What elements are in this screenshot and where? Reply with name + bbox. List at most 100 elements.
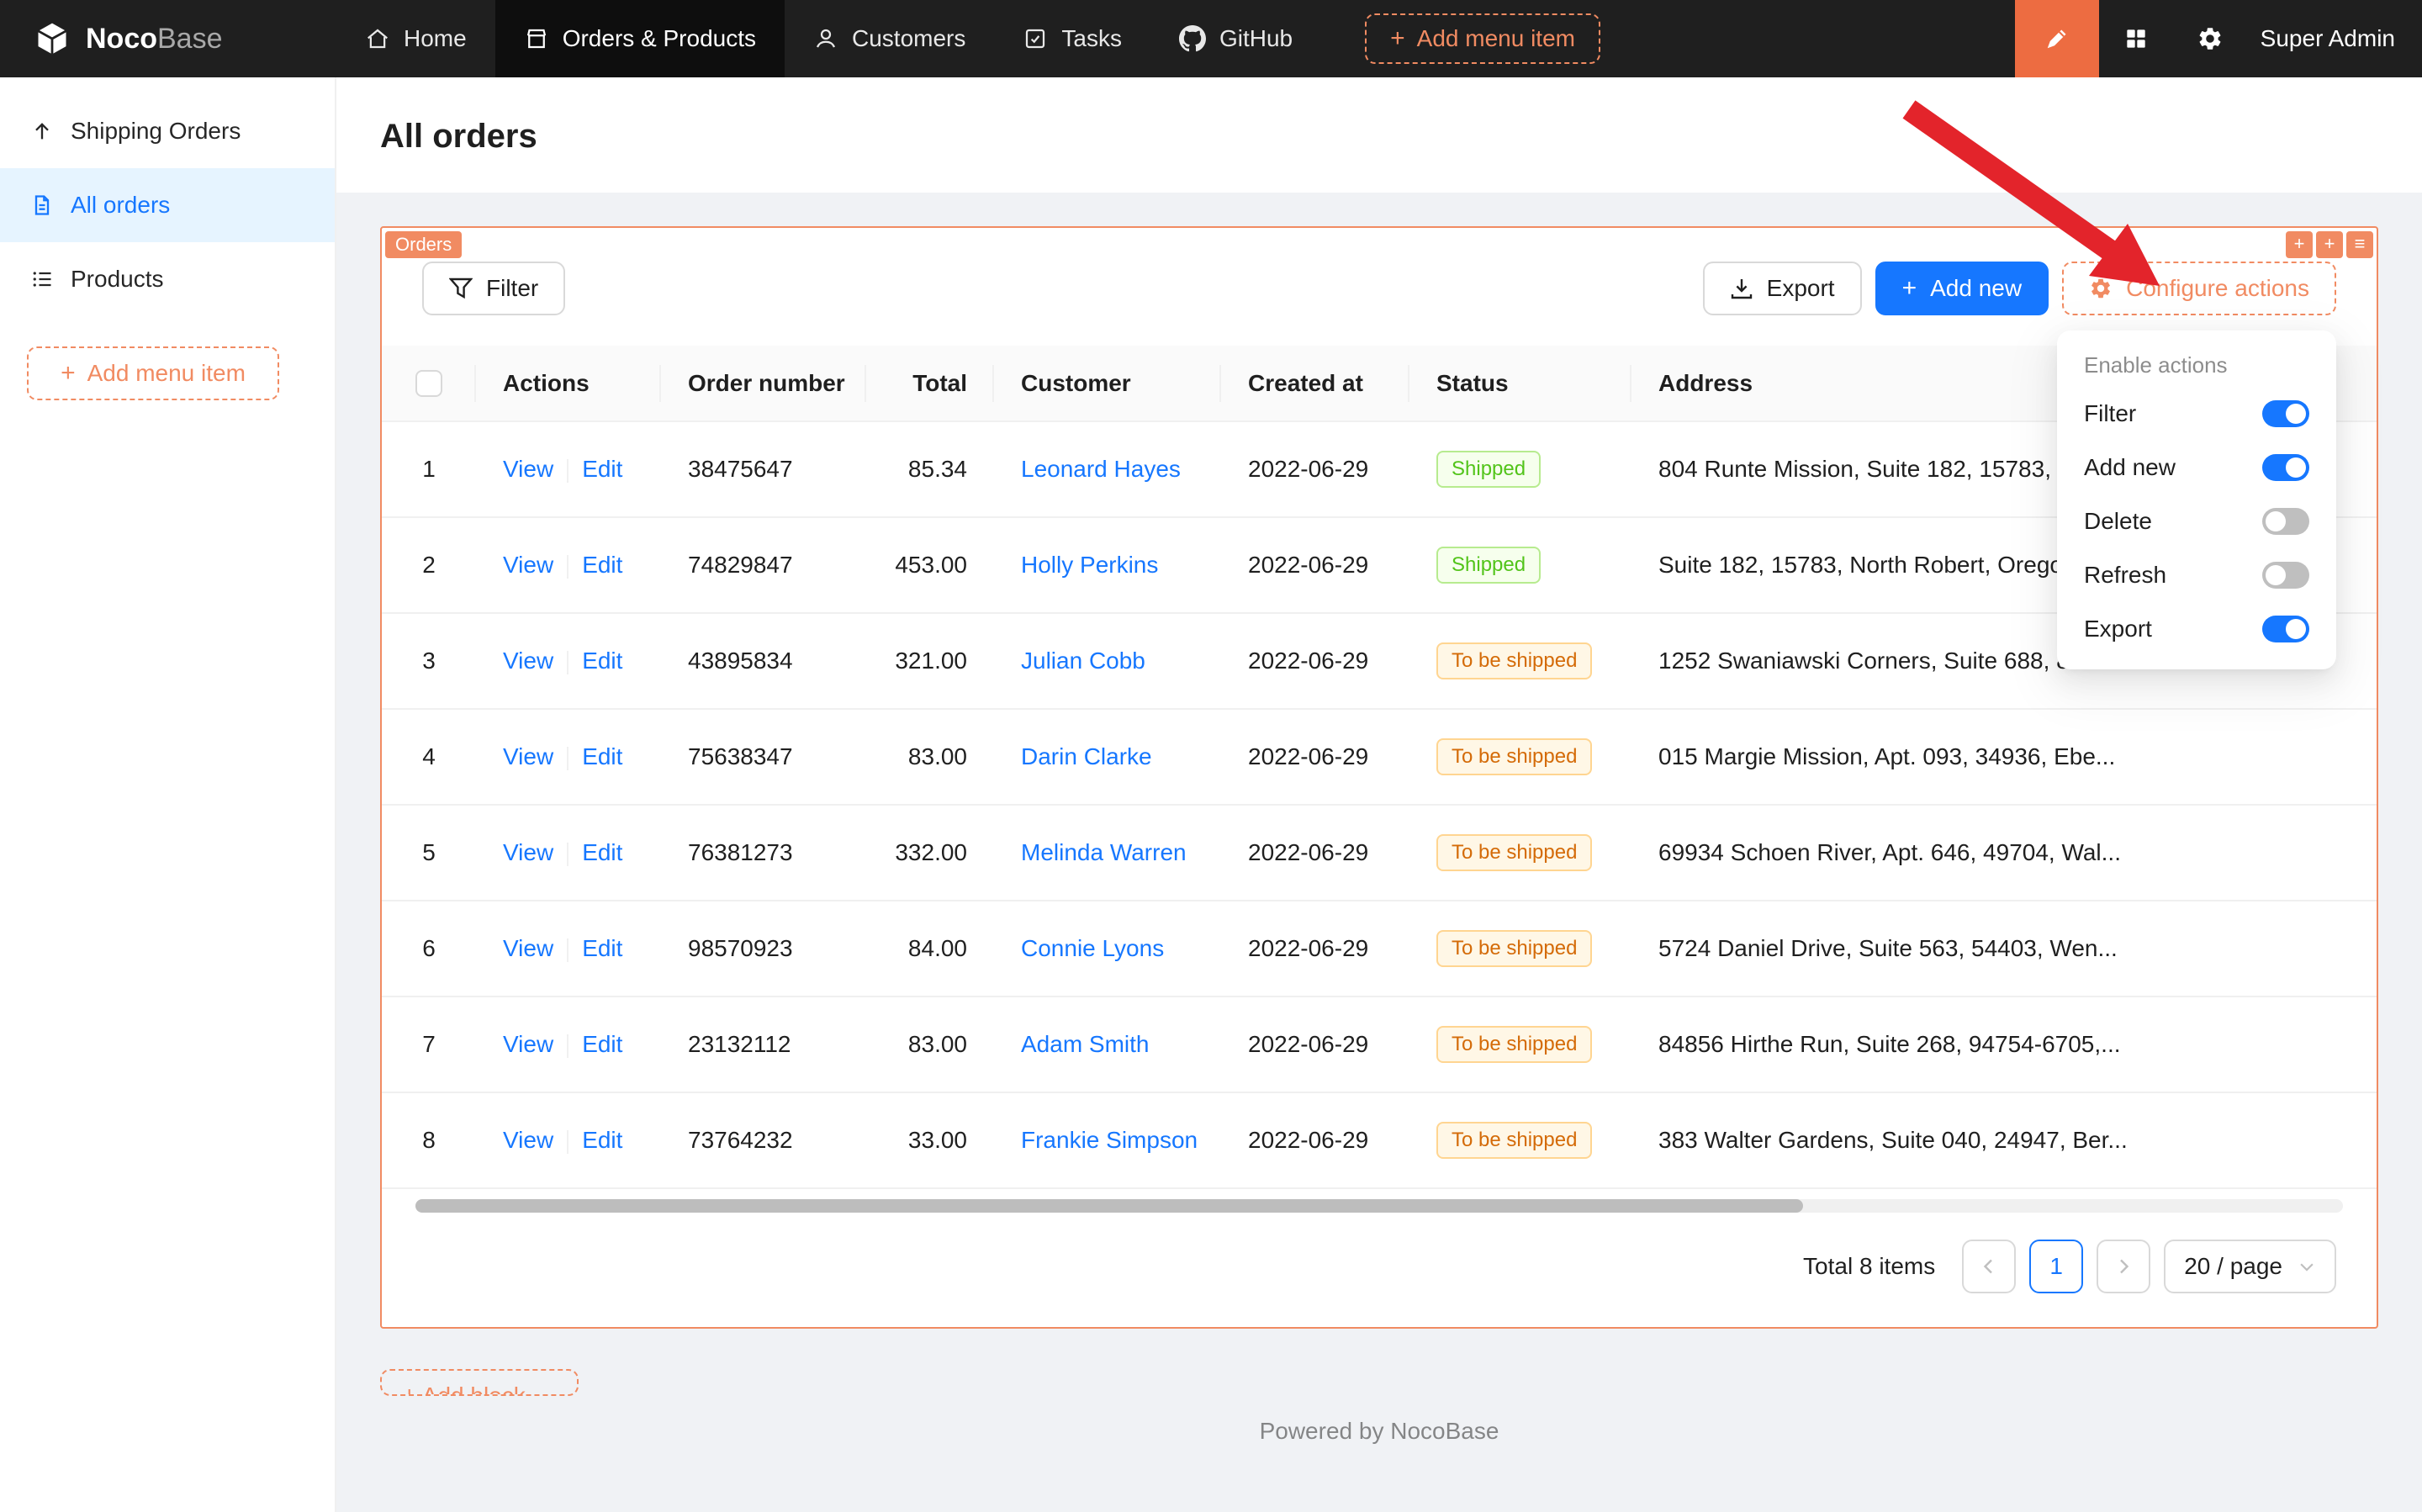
total-cell: 83.00 xyxy=(866,997,994,1092)
designer-drag-icon[interactable]: + xyxy=(2286,231,2313,258)
divider xyxy=(567,555,568,579)
status-badge: To be shipped xyxy=(1436,738,1592,775)
page-number-button[interactable]: 1 xyxy=(2029,1240,2083,1293)
customer-link[interactable]: Adam Smith xyxy=(1021,1031,1150,1057)
page-content: Orders + + ≡ Filter xyxy=(336,193,2422,1512)
view-link[interactable]: View xyxy=(503,743,553,769)
sidebar-item-shipping-orders[interactable]: Shipping Orders xyxy=(0,94,335,168)
customer-link[interactable]: Connie Lyons xyxy=(1021,935,1164,961)
customer-link[interactable]: Julian Cobb xyxy=(1021,648,1145,674)
menu-item-label: Add new xyxy=(2084,454,2176,481)
menu-item-export[interactable]: Export xyxy=(2064,602,2329,656)
horizontal-scrollbar-thumb[interactable] xyxy=(415,1199,1803,1213)
divider xyxy=(567,651,568,674)
customer-link[interactable]: Darin Clarke xyxy=(1021,743,1152,769)
edit-link[interactable]: Edit xyxy=(582,1031,622,1057)
edit-link[interactable]: Edit xyxy=(582,552,622,578)
edit-link[interactable]: Edit xyxy=(582,935,622,961)
total-cell: 83.00 xyxy=(866,709,994,805)
divider xyxy=(567,1130,568,1154)
designer-add-icon[interactable]: + xyxy=(2316,231,2343,258)
table-toolbar: Filter Export + Add new xyxy=(382,228,2377,346)
view-link[interactable]: View xyxy=(503,1127,553,1153)
created-at-cell: 2022-06-29 xyxy=(1221,1092,1409,1188)
edit-link[interactable]: Edit xyxy=(582,456,622,482)
menu-item-label: Export xyxy=(2084,616,2152,642)
order-number-cell: 76381273 xyxy=(661,805,866,901)
user-menu[interactable]: Super Admin xyxy=(2247,25,2422,52)
customer-link[interactable]: Holly Perkins xyxy=(1021,552,1158,578)
gear-icon xyxy=(2197,25,2224,52)
plus-icon: + xyxy=(1902,276,1917,301)
total-cell: 332.00 xyxy=(866,805,994,901)
designer-menu-icon[interactable]: ≡ xyxy=(2346,231,2373,258)
order-number-cell: 73764232 xyxy=(661,1092,866,1188)
edit-link[interactable]: Edit xyxy=(582,648,622,674)
customer-link[interactable]: Frankie Simpson xyxy=(1021,1127,1198,1153)
add-menu-item-label: Add menu item xyxy=(87,360,246,387)
toggle-switch[interactable] xyxy=(2262,454,2309,481)
next-page-button[interactable] xyxy=(2097,1240,2150,1293)
add-block-button[interactable]: + Add block xyxy=(380,1369,579,1396)
menu-item-delete[interactable]: Delete xyxy=(2064,494,2329,548)
edit-link[interactable]: Edit xyxy=(582,1127,622,1153)
configure-actions-button[interactable]: Configure actions xyxy=(2062,262,2336,315)
divider xyxy=(567,459,568,483)
toggle-switch[interactable] xyxy=(2262,400,2309,427)
add-menu-item-button-sidebar[interactable]: + Add menu item xyxy=(27,346,279,400)
nav-item-orders-products[interactable]: Orders & Products xyxy=(495,0,785,77)
view-link[interactable]: View xyxy=(503,935,553,961)
toggle-switch[interactable] xyxy=(2262,562,2309,589)
edit-link[interactable]: Edit xyxy=(582,839,622,865)
previous-page-button[interactable] xyxy=(1962,1240,2016,1293)
order-number-cell: 98570923 xyxy=(661,901,866,997)
page-title: All orders xyxy=(380,118,2378,156)
export-icon xyxy=(1730,277,1753,300)
nav-item-home[interactable]: Home xyxy=(336,0,495,77)
total-cell: 321.00 xyxy=(866,613,994,709)
add-new-button[interactable]: + Add new xyxy=(1875,262,2049,315)
filter-button[interactable]: Filter xyxy=(422,262,565,315)
brand-logo[interactable]: NocoBase xyxy=(0,20,336,57)
toggle-switch[interactable] xyxy=(2262,616,2309,642)
created-at-cell: 2022-06-29 xyxy=(1221,901,1409,997)
view-link[interactable]: View xyxy=(503,456,553,482)
page-size-select[interactable]: 20 / page xyxy=(2164,1240,2336,1293)
nav-item-github[interactable]: GitHub xyxy=(1150,0,1321,77)
nav-item-customers[interactable]: Customers xyxy=(785,0,994,77)
dropdown-group-title: Enable actions xyxy=(2064,341,2329,387)
address-cell: 69934 Schoen River, Apt. 646, 49704, Wal… xyxy=(1631,805,2377,901)
divider xyxy=(567,1034,568,1058)
column-header-customer: Customer xyxy=(994,346,1221,421)
view-link[interactable]: View xyxy=(503,1031,553,1057)
view-link[interactable]: View xyxy=(503,839,553,865)
view-link[interactable]: View xyxy=(503,552,553,578)
customer-link[interactable]: Leonard Hayes xyxy=(1021,456,1181,482)
export-button[interactable]: Export xyxy=(1703,262,1862,315)
check-square-icon xyxy=(1023,26,1048,51)
nav-item-tasks[interactable]: Tasks xyxy=(994,0,1150,77)
plugins-button[interactable] xyxy=(2099,0,2173,77)
menu-item-filter[interactable]: Filter xyxy=(2064,387,2329,441)
settings-button[interactable] xyxy=(2173,0,2247,77)
toggle-switch[interactable] xyxy=(2262,508,2309,535)
sidebar-item-all-orders[interactable]: All orders xyxy=(0,168,335,242)
gear-icon xyxy=(2089,277,2113,300)
sidebar-item-products[interactable]: Products xyxy=(0,242,335,316)
add-menu-item-button-navbar[interactable]: + Add menu item xyxy=(1365,13,1600,64)
highlighter-icon xyxy=(2042,24,2072,54)
menu-item-add-new[interactable]: Add new xyxy=(2064,441,2329,494)
export-button-label: Export xyxy=(1767,275,1835,302)
menu-item-refresh[interactable]: Refresh xyxy=(2064,548,2329,602)
ui-editor-button[interactable] xyxy=(2015,0,2099,77)
status-badge: To be shipped xyxy=(1436,930,1592,967)
row-index: 7 xyxy=(382,997,476,1092)
select-all-checkbox[interactable] xyxy=(415,370,442,397)
plus-icon: + xyxy=(1390,26,1405,51)
brand-name-light: Base xyxy=(157,23,223,55)
edit-link[interactable]: Edit xyxy=(582,743,622,769)
view-link[interactable]: View xyxy=(503,648,553,674)
address-cell: 84856 Hirthe Run, Suite 268, 94754-6705,… xyxy=(1631,997,2377,1092)
customer-link[interactable]: Melinda Warren xyxy=(1021,839,1187,865)
powered-by-footer: Powered by NocoBase xyxy=(380,1418,2378,1445)
